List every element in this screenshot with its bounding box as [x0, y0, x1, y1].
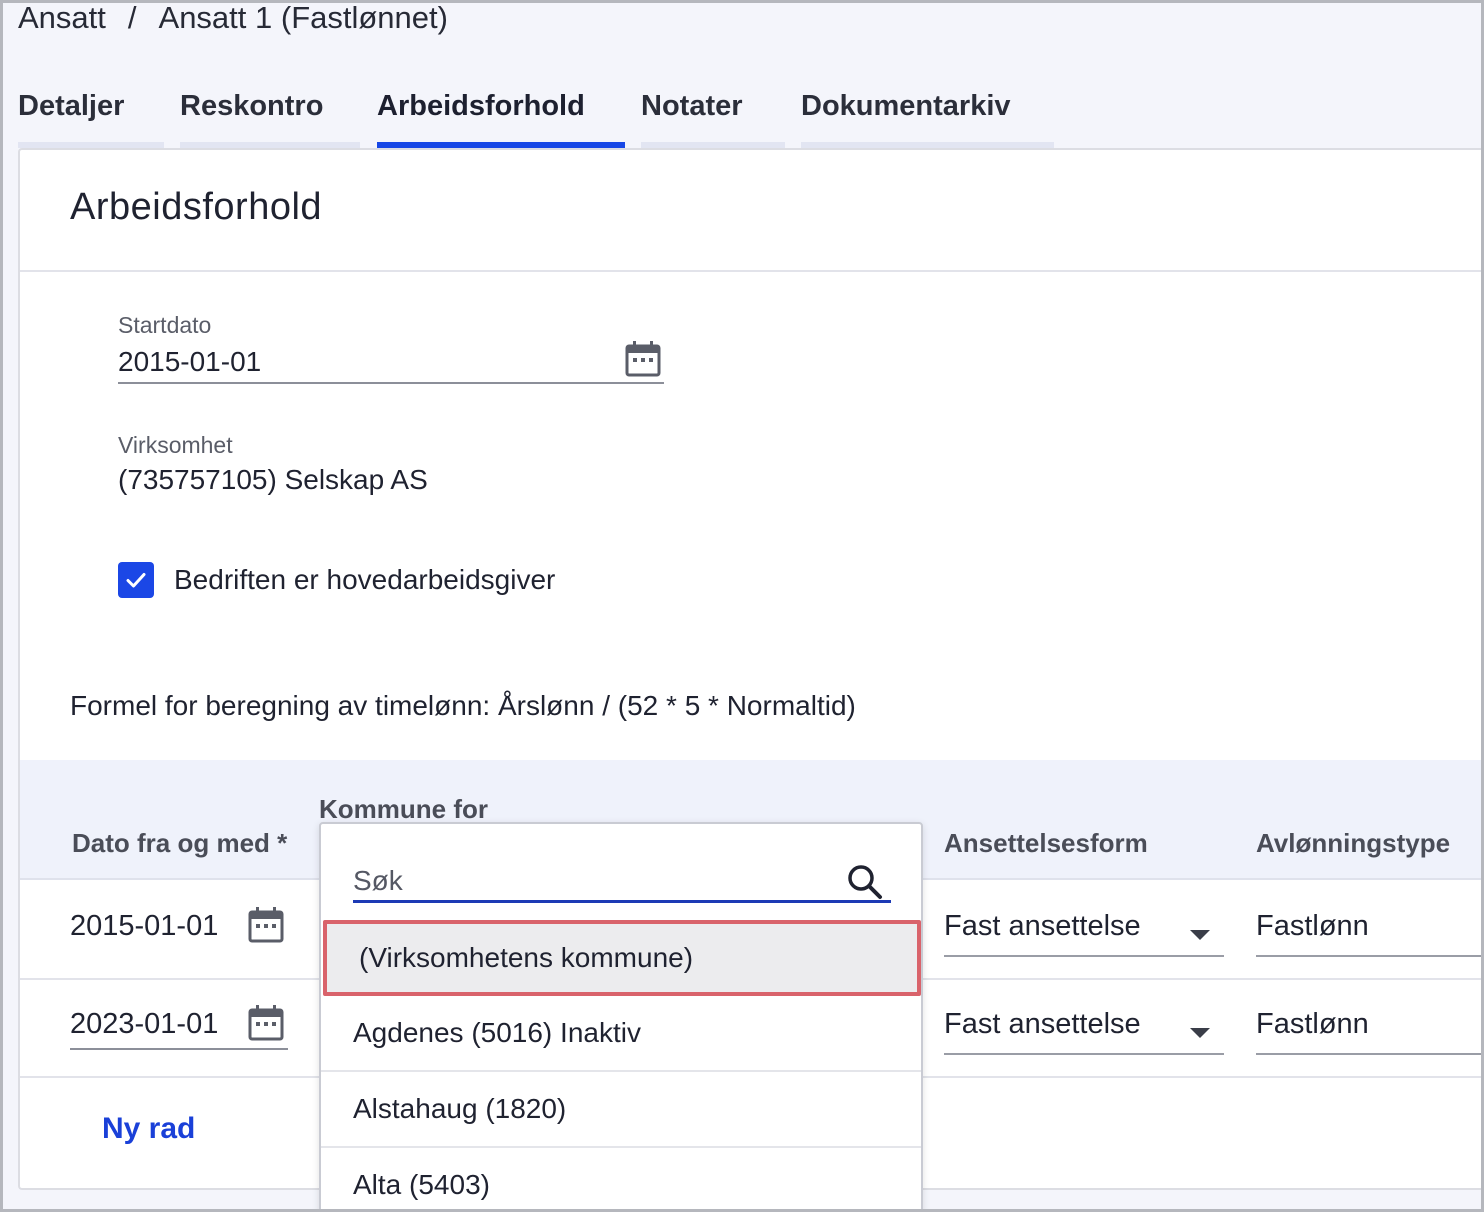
row2-dato[interactable]: 2023-01-01 — [70, 1008, 218, 1041]
kommune-dropdown: (Virksomhetens kommune) Agdenes (5016) I… — [319, 822, 923, 1212]
kommune-option[interactable]: Agdenes (5016) Inaktiv — [321, 996, 921, 1072]
startdato-label: Startdato — [118, 312, 212, 338]
row2-avlonningstype[interactable]: Fastlønn — [1256, 1008, 1369, 1041]
row2-avlonningstype-underline — [1256, 1053, 1484, 1055]
row1-ansettelsesform-underline — [944, 955, 1224, 957]
row1-dato[interactable]: 2015-01-01 — [70, 910, 218, 943]
tab-arbeidsforhold[interactable]: Arbeidsforhold — [377, 84, 625, 148]
search-icon[interactable] — [845, 862, 885, 902]
kommune-option[interactable]: (Virksomhetens kommune) — [323, 920, 921, 996]
virksomhet-label: Virksomhet — [118, 432, 233, 458]
kommune-option[interactable]: Alta (5403) — [321, 1148, 921, 1212]
startdato-field[interactable]: 2015-01-01 — [118, 346, 261, 378]
formula-text: Formel for beregning av timelønn: Årsløn… — [70, 690, 856, 721]
tab-notater[interactable]: Notater — [641, 84, 785, 148]
tab-detaljer[interactable]: Detaljer — [18, 84, 164, 148]
kommune-search-input[interactable] — [353, 858, 853, 904]
header-kommune: Kommune for — [319, 794, 488, 824]
search-underline — [353, 900, 891, 903]
calendar-icon[interactable] — [247, 1004, 285, 1042]
breadcrumb: Ansatt / Ansatt 1 (Fastlønnet) — [18, 0, 448, 40]
row2-ansettelsesform-underline — [944, 1053, 1224, 1055]
calendar-icon[interactable] — [247, 906, 285, 944]
header-avlonningstype: Avlønningstype — [1256, 828, 1451, 858]
row2-ansettelsesform[interactable]: Fast ansettelse — [944, 1008, 1141, 1041]
row2-dato-underline — [70, 1048, 288, 1050]
chevron-down-icon[interactable] — [1190, 930, 1210, 940]
breadcrumb-separator: / — [127, 0, 137, 35]
header-dato: Dato fra og med * — [72, 828, 288, 858]
breadcrumb-parent[interactable]: Ansatt — [18, 0, 106, 40]
header-ansettelsesform: Ansettelsesform — [944, 828, 1148, 858]
row1-avlonningstype-underline — [1256, 955, 1484, 957]
kommune-option[interactable]: Alstahaug (1820) — [321, 1072, 921, 1148]
row1-ansettelsesform[interactable]: Fast ansettelse — [944, 910, 1141, 943]
row1-avlonningstype[interactable]: Fastlønn — [1256, 910, 1369, 943]
tab-dokumentarkiv[interactable]: Dokumentarkiv — [801, 84, 1054, 148]
checkmark-icon — [126, 573, 146, 588]
hovedarbeidsgiver-label[interactable]: Bedriften er hovedarbeidsgiver — [174, 564, 555, 596]
card-divider — [20, 270, 1484, 272]
calendar-icon[interactable] — [624, 340, 662, 378]
card-title: Arbeidsforhold — [70, 186, 323, 228]
virksomhet-value: (735757105) Selskap AS — [118, 464, 428, 495]
tab-reskontro[interactable]: Reskontro — [180, 84, 360, 148]
add-row-button[interactable]: Ny rad — [102, 1112, 195, 1146]
startdato-underline — [118, 382, 664, 384]
chevron-down-icon[interactable] — [1190, 1028, 1210, 1038]
breadcrumb-current: Ansatt 1 (Fastlønnet) — [158, 0, 448, 35]
hovedarbeidsgiver-checkbox[interactable] — [118, 562, 154, 598]
